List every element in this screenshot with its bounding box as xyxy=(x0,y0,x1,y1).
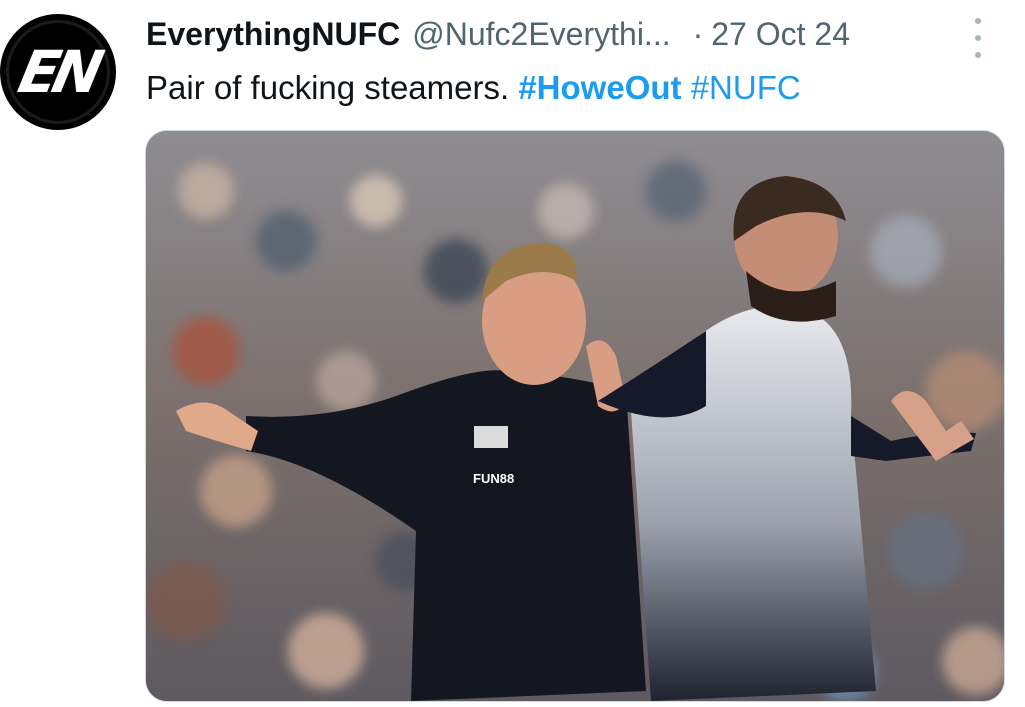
display-name[interactable]: EverythingNUFC xyxy=(146,16,400,53)
tweet-body-text: Pair of fucking steamers. xyxy=(146,69,519,106)
more-vertical-icon[interactable] xyxy=(968,18,988,58)
tweet-date[interactable]: 27 Oct 24 xyxy=(711,16,850,53)
separator-dot: · xyxy=(692,15,704,52)
more-dot xyxy=(975,35,981,41)
tweet-text: Pair of fucking steamers. #HoweOut #NUFC xyxy=(146,66,801,110)
kit-sponsor-text: FUN88 xyxy=(473,471,514,486)
hashtag-nufc[interactable]: #NUFC xyxy=(691,69,801,106)
avatar-logo-text: EN xyxy=(12,38,104,106)
user-handle[interactable]: @Nufc2Everythi... xyxy=(412,16,670,53)
tweet-header: EverythingNUFC @Nufc2Everythi... · 27 Oc… xyxy=(146,14,850,54)
hashtag-howeout[interactable]: #HoweOut xyxy=(518,69,681,106)
more-dot xyxy=(975,18,981,24)
more-dot xyxy=(975,52,981,58)
photo-illustration: FUN88 xyxy=(146,131,1004,701)
tweet-media-image[interactable]: FUN88 xyxy=(145,130,1005,702)
avatar[interactable]: EN xyxy=(0,14,116,130)
